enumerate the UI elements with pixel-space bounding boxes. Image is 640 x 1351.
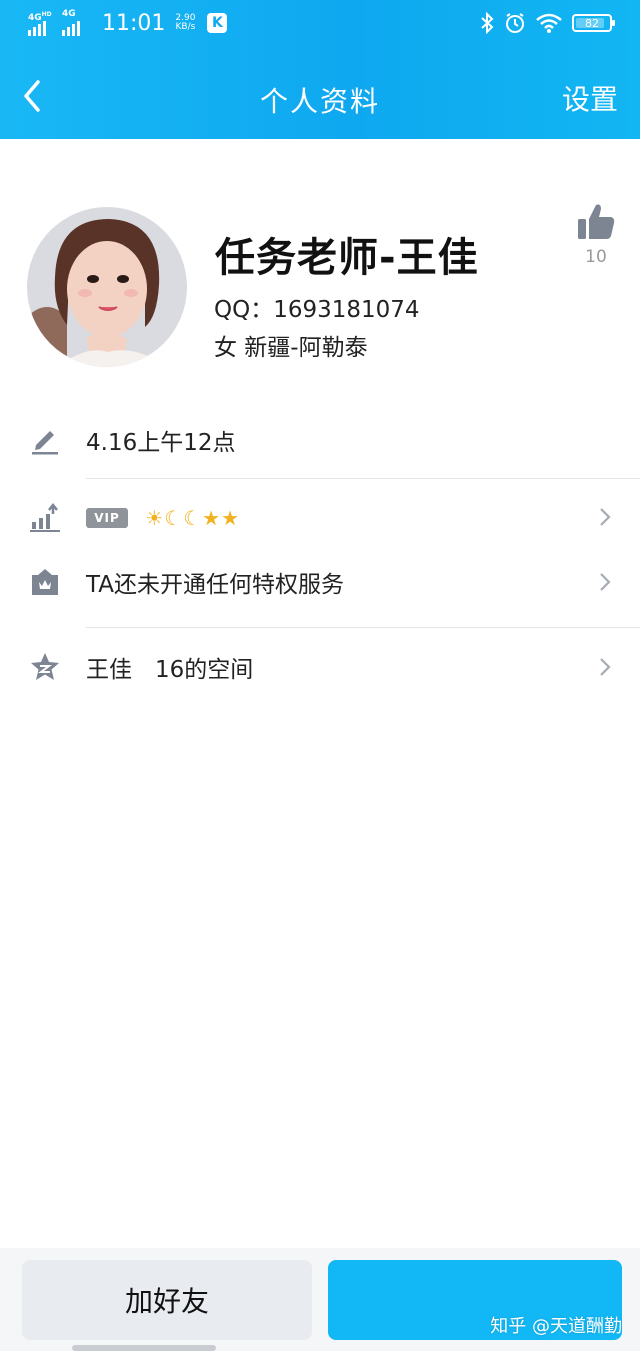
signal-icon-1: 4GHD: [28, 10, 56, 36]
bottom-action-bar: 加好友 知乎 @天道酬勤: [0, 1248, 640, 1351]
status-bar: 4GHD 4G 11:01 2.90 KB/s K 82: [0, 0, 640, 50]
divider: [86, 478, 640, 479]
signature-text: 4.16上午12点: [86, 430, 236, 456]
vip-badge: VIP: [86, 507, 128, 528]
network-speed: 2.90 KB/s: [175, 13, 196, 32]
header-bar: 4GHD 4G 11:01 2.90 KB/s K 82 个人资料 设置: [0, 0, 640, 139]
star-icon: ★: [202, 505, 221, 530]
like-button[interactable]: 10: [574, 203, 618, 273]
vip-level-row[interactable]: VIP ☀☾☾★★: [0, 487, 640, 547]
watermark: 知乎 @天道酬勤: [490, 1316, 622, 1337]
profile-name: 任务老师-王佳: [215, 235, 479, 281]
battery-icon: 82: [572, 14, 615, 32]
qq-number: QQ：1693181074: [214, 297, 420, 323]
home-indicator: [72, 1345, 216, 1351]
gender-location: 女 新疆-阿勒泰: [214, 335, 368, 361]
qzone-row[interactable]: 王佳 16的空间: [0, 637, 640, 697]
page-title: 个人资料: [259, 85, 380, 118]
qq-level-icons: ☀☾☾★★: [145, 505, 240, 531]
divider: [86, 627, 640, 628]
add-friend-button[interactable]: 加好友: [22, 1260, 312, 1340]
clock: 11:01: [102, 10, 166, 36]
signature-row[interactable]: 4.16上午12点: [0, 410, 640, 470]
chevron-right-icon: [600, 508, 611, 526]
settings-button[interactable]: 设置: [562, 78, 618, 118]
qzone-text: 王佳 16的空间: [86, 657, 254, 683]
app-notification-icon: K: [207, 13, 228, 33]
sun-icon: ☀: [145, 505, 164, 530]
like-count: 10: [585, 247, 607, 267]
pencil-icon: [32, 431, 58, 455]
moon-icon: ☾: [183, 505, 202, 530]
crown-box-icon: [32, 569, 58, 595]
qzone-star-icon: [31, 653, 59, 680]
moon-icon: ☾: [164, 505, 183, 530]
level-chart-icon: [30, 502, 60, 532]
thumbs-up-icon: [578, 204, 615, 239]
privilege-text: TA还未开通任何特权服务: [86, 572, 344, 598]
star-icon: ★: [221, 505, 239, 530]
alarm-icon: [506, 13, 524, 33]
bluetooth-icon: [481, 12, 494, 34]
avatar[interactable]: [27, 207, 187, 367]
chevron-right-icon: [600, 658, 611, 676]
signal-icon-2: 4G: [62, 10, 90, 36]
wifi-icon: [536, 13, 562, 33]
chevron-right-icon: [600, 573, 611, 591]
nav-bar: 个人资料 设置: [0, 50, 640, 139]
privilege-row[interactable]: TA还未开通任何特权服务: [0, 552, 640, 612]
